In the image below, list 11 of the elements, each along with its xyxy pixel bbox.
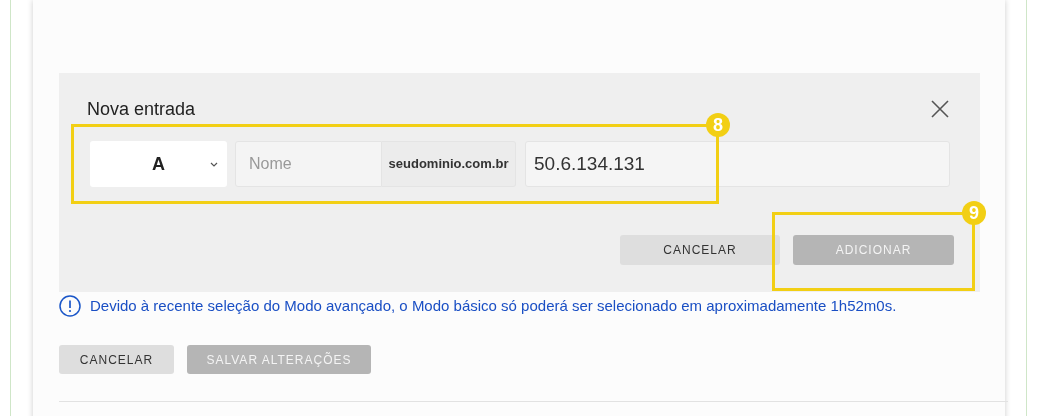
value-field[interactable]: 50.6.134.131: [525, 141, 950, 187]
name-field[interactable]: Nome: [235, 141, 382, 187]
info-icon: [59, 295, 81, 317]
record-type-select[interactable]: A: [90, 141, 227, 187]
domain-suffix: seudominio.com.br: [382, 141, 516, 187]
action-button[interactable]: CANCELAR: [620, 235, 780, 265]
caret-icon: [210, 162, 218, 167]
action-button[interactable]: CANCELAR: [59, 345, 174, 374]
notice-text: Devido à recente seleção do Modo avançado, o Modo básico só poderá ser selecionado em aproximadamente 1h52m0s.: [90, 295, 897, 316]
close-icon[interactable]: [931, 100, 949, 118]
dialog-title: Nova entrada: [87, 97, 196, 121]
